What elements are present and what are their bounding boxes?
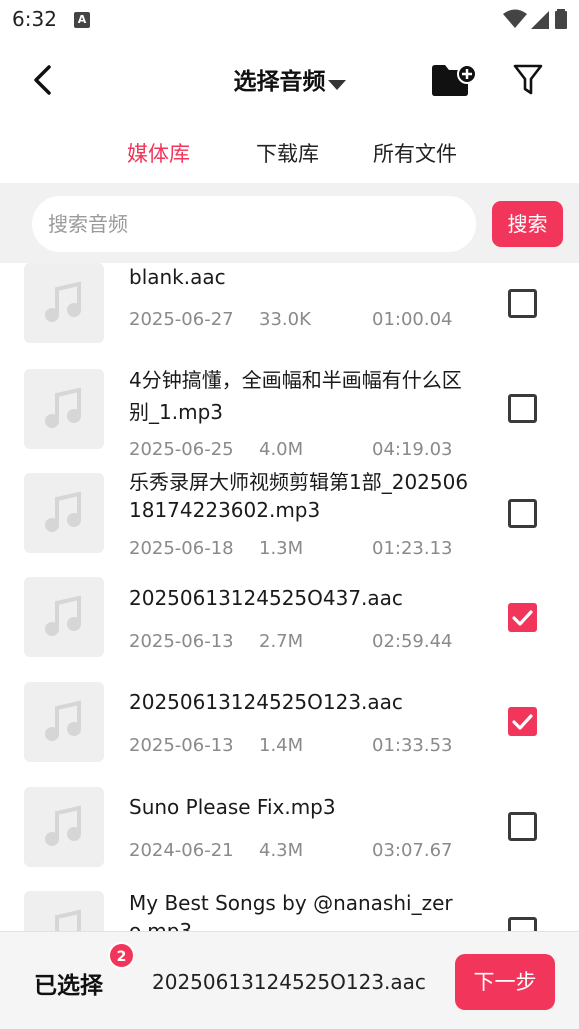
- file-name: My Best Songs by @nanashi_zero.mp3: [129, 891, 453, 931]
- file-size: 33.0K: [259, 309, 311, 330]
- list-item[interactable]: 4分钟搞懂，全画幅和半画幅有什么区别_1.mp3 2025-06-25 4.0M…: [0, 359, 579, 463]
- select-checkbox[interactable]: [508, 499, 537, 528]
- next-button[interactable]: 下一步: [455, 954, 555, 1010]
- selected-count-badge: 2: [108, 942, 135, 969]
- file-date: 2025-06-13: [129, 631, 234, 652]
- tab-media-library[interactable]: 媒体库: [127, 138, 190, 168]
- list-item[interactable]: 乐秀录屏大师视频剪辑第1部_20250618174223602.mp3 2025…: [0, 463, 579, 567]
- music-note-icon: [24, 577, 104, 657]
- file-date: 2025-06-25: [129, 439, 234, 460]
- filter-button[interactable]: [506, 58, 550, 102]
- tab-downloads[interactable]: 下载库: [256, 138, 319, 168]
- file-size: 1.4M: [259, 735, 304, 756]
- search-input[interactable]: [32, 196, 476, 252]
- file-date: 2025-06-18: [129, 538, 234, 559]
- status-icons: [503, 8, 567, 30]
- title-dropdown[interactable]: 选择音频: [0, 62, 579, 96]
- file-name: 4分钟搞懂，全画幅和半画幅有什么区别_1.mp3: [129, 368, 462, 424]
- file-name: 20250613124525O437.aac: [129, 586, 403, 610]
- status-time: 6:32: [12, 7, 57, 31]
- file-size: 4.3M: [259, 840, 304, 861]
- file-name: 20250613124525O123.aac: [129, 690, 403, 714]
- file-duration: 01:23.13: [372, 538, 453, 559]
- select-checkbox[interactable]: [508, 289, 537, 318]
- list-item[interactable]: 20250613124525O123.aac 2025-06-13 1.4M 0…: [0, 672, 579, 776]
- audio-list[interactable]: blank.aac 2025-06-27 33.0K 01:00.04 4分钟搞…: [0, 263, 579, 931]
- top-bar: 选择音频: [0, 40, 579, 120]
- list-item[interactable]: Suno Please Fix.mp3 2024-06-21 4.3M 03:0…: [0, 777, 579, 881]
- file-size: 4.0M: [259, 439, 304, 460]
- file-size: 2.7M: [259, 631, 304, 652]
- folder-add-icon: [432, 64, 477, 96]
- select-checkbox[interactable]: [508, 603, 537, 632]
- battery-icon: [555, 9, 567, 29]
- wifi-icon: [503, 9, 527, 28]
- list-item[interactable]: 20250613124525O437.aac 2025-06-13 2.7M 0…: [0, 567, 579, 671]
- select-checkbox[interactable]: [508, 707, 537, 736]
- list-item[interactable]: blank.aac 2025-06-27 33.0K 01:00.04: [0, 263, 579, 359]
- filter-icon: [513, 64, 543, 95]
- checkmark-icon: [512, 714, 533, 730]
- music-note-icon: [24, 682, 104, 762]
- select-checkbox[interactable]: [508, 917, 537, 931]
- search-button[interactable]: 搜索: [492, 201, 563, 247]
- file-date: 2025-06-13: [129, 735, 234, 756]
- select-checkbox[interactable]: [508, 812, 537, 841]
- checkmark-icon: [512, 610, 533, 626]
- file-date: 2025-06-27: [129, 309, 234, 330]
- music-note-icon: [24, 263, 104, 343]
- search-bar: 搜索: [0, 183, 579, 263]
- caret-down-icon: [327, 79, 346, 90]
- file-duration: 01:00.04: [372, 309, 453, 330]
- select-checkbox[interactable]: [508, 394, 537, 423]
- file-duration: 04:19.03: [372, 439, 453, 460]
- status-bar: 6:32 A: [0, 0, 579, 40]
- file-duration: 03:07.67: [372, 840, 453, 861]
- notification-icon: A: [74, 12, 90, 28]
- file-size: 1.3M: [259, 538, 304, 559]
- page-title: 选择音频: [233, 69, 326, 95]
- music-note-icon: [24, 473, 104, 553]
- music-note-icon: [24, 369, 104, 449]
- file-duration: 01:33.53: [372, 735, 453, 756]
- file-name: Suno Please Fix.mp3: [129, 795, 336, 819]
- file-duration: 02:59.44: [372, 631, 453, 652]
- signal-icon: [531, 11, 549, 29]
- add-folder-button[interactable]: [428, 58, 480, 102]
- selected-file-name: 20250613124525O123.aac: [152, 970, 426, 994]
- file-name: 乐秀录屏大师视频剪辑第1部_20250618174223602.mp3: [129, 470, 469, 522]
- tab-all-files[interactable]: 所有文件: [373, 138, 457, 168]
- file-date: 2024-06-21: [129, 840, 234, 861]
- list-item[interactable]: My Best Songs by @nanashi_zero.mp3: [0, 881, 579, 931]
- music-note-icon: [24, 787, 104, 867]
- source-tabs: 媒体库 下载库 所有文件: [0, 120, 579, 183]
- music-note-icon: [24, 891, 104, 931]
- selected-label: 已选择: [34, 973, 103, 999]
- file-name: blank.aac: [129, 265, 226, 289]
- selection-bar: 已选择 2 20250613124525O123.aac 下一步: [0, 931, 579, 1029]
